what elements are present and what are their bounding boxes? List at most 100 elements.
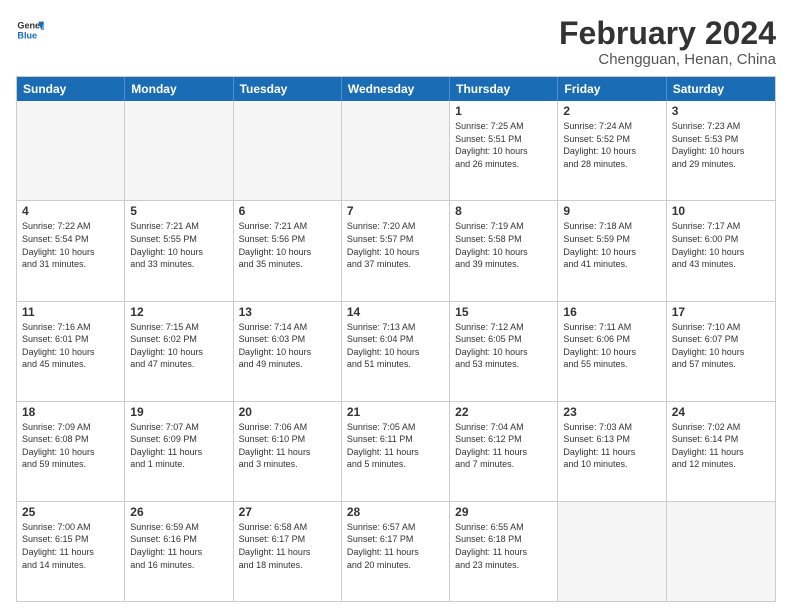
header-saturday: Saturday <box>667 77 775 101</box>
day-info: Sunrise: 7:17 AM Sunset: 6:00 PM Dayligh… <box>672 220 770 270</box>
day-info: Sunrise: 7:21 AM Sunset: 5:56 PM Dayligh… <box>239 220 336 270</box>
logo-icon: General Blue <box>16 16 44 44</box>
day-number: 21 <box>347 405 444 419</box>
day-cell-22: 22Sunrise: 7:04 AM Sunset: 6:12 PM Dayli… <box>450 402 558 501</box>
day-number: 7 <box>347 204 444 218</box>
day-cell-11: 11 Sunrise: 7:16 AM Sunset: 6:01 PM Dayli… <box>17 302 125 401</box>
week-row-4: 18Sunrise: 7:09 AM Sunset: 6:08 PM Dayli… <box>17 401 775 501</box>
calendar-body: 1 Sunrise: 7:25 AM Sunset: 5:51 PM Daylig… <box>17 101 775 601</box>
day-cell-13: 13 Sunrise: 7:14 AM Sunset: 6:03 PM Dayli… <box>234 302 342 401</box>
header-thursday: Thursday <box>450 77 558 101</box>
day-number: 27 <box>239 505 336 519</box>
day-number: 2 <box>563 104 660 118</box>
empty-cell-0-3 <box>342 101 450 200</box>
subtitle: Chengguan, Henan, China <box>559 51 776 68</box>
week-row-1: 1 Sunrise: 7:25 AM Sunset: 5:51 PM Daylig… <box>17 101 775 200</box>
day-number: 20 <box>239 405 336 419</box>
day-cell-12: 12 Sunrise: 7:15 AM Sunset: 6:02 PM Dayli… <box>125 302 233 401</box>
page: General Blue February 2024 Chengguan, He… <box>0 0 792 612</box>
day-info: Sunrise: 7:23 AM Sunset: 5:53 PM Dayligh… <box>672 120 770 170</box>
day-info: Sunrise: 7:19 AM Sunset: 5:58 PM Dayligh… <box>455 220 552 270</box>
day-info: Sunrise: 7:20 AM Sunset: 5:57 PM Dayligh… <box>347 220 444 270</box>
header-friday: Friday <box>558 77 666 101</box>
day-info: Sunrise: 7:13 AM Sunset: 6:04 PM Dayligh… <box>347 321 444 371</box>
day-number: 28 <box>347 505 444 519</box>
day-number: 16 <box>563 305 660 319</box>
header-tuesday: Tuesday <box>234 77 342 101</box>
calendar-header: Sunday Monday Tuesday Wednesday Thursday… <box>17 77 775 101</box>
day-info: Sunrise: 7:22 AM Sunset: 5:54 PM Dayligh… <box>22 220 119 270</box>
day-cell-24: 24Sunrise: 7:02 AM Sunset: 6:14 PM Dayli… <box>667 402 775 501</box>
month-title: February 2024 <box>559 16 776 51</box>
day-number: 24 <box>672 405 770 419</box>
day-number: 23 <box>563 405 660 419</box>
day-number: 10 <box>672 204 770 218</box>
week-row-5: 25Sunrise: 7:00 AM Sunset: 6:15 PM Dayli… <box>17 501 775 601</box>
svg-text:Blue: Blue <box>17 30 37 40</box>
day-cell-9: 9 Sunrise: 7:18 AM Sunset: 5:59 PM Daylig… <box>558 201 666 300</box>
empty-cell-0-2 <box>234 101 342 200</box>
week-row-2: 4 Sunrise: 7:22 AM Sunset: 5:54 PM Daylig… <box>17 200 775 300</box>
day-info: Sunrise: 7:25 AM Sunset: 5:51 PM Dayligh… <box>455 120 552 170</box>
empty-cell-0-1 <box>125 101 233 200</box>
day-cell-15: 15 Sunrise: 7:12 AM Sunset: 6:05 PM Dayli… <box>450 302 558 401</box>
day-cell-29: 29Sunrise: 6:55 AM Sunset: 6:18 PM Dayli… <box>450 502 558 601</box>
empty-cell-0-0 <box>17 101 125 200</box>
day-number: 8 <box>455 204 552 218</box>
day-info: Sunrise: 7:05 AM Sunset: 6:11 PM Dayligh… <box>347 421 444 471</box>
day-info: Sunrise: 6:55 AM Sunset: 6:18 PM Dayligh… <box>455 521 552 571</box>
logo: General Blue <box>16 16 44 44</box>
day-info: Sunrise: 7:24 AM Sunset: 5:52 PM Dayligh… <box>563 120 660 170</box>
header-wednesday: Wednesday <box>342 77 450 101</box>
day-cell-23: 23 Sunrise: 7:03 AM Sunset: 6:13 PM Dayli… <box>558 402 666 501</box>
day-cell-8: 8 Sunrise: 7:19 AM Sunset: 5:58 PM Daylig… <box>450 201 558 300</box>
day-info: Sunrise: 7:12 AM Sunset: 6:05 PM Dayligh… <box>455 321 552 371</box>
day-cell-14: 14 Sunrise: 7:13 AM Sunset: 6:04 PM Dayli… <box>342 302 450 401</box>
header: General Blue February 2024 Chengguan, He… <box>16 16 776 68</box>
empty-cell-4-5 <box>558 502 666 601</box>
day-cell-6: 6Sunrise: 7:21 AM Sunset: 5:56 PM Daylig… <box>234 201 342 300</box>
day-number: 12 <box>130 305 227 319</box>
day-number: 19 <box>130 405 227 419</box>
day-cell-2: 2 Sunrise: 7:24 AM Sunset: 5:52 PM Daylig… <box>558 101 666 200</box>
day-number: 5 <box>130 204 227 218</box>
day-number: 1 <box>455 104 552 118</box>
header-sunday: Sunday <box>17 77 125 101</box>
day-number: 11 <box>22 305 119 319</box>
day-number: 4 <box>22 204 119 218</box>
day-cell-7: 7 Sunrise: 7:20 AM Sunset: 5:57 PM Daylig… <box>342 201 450 300</box>
day-info: Sunrise: 6:58 AM Sunset: 6:17 PM Dayligh… <box>239 521 336 571</box>
day-cell-26: 26Sunrise: 6:59 AM Sunset: 6:16 PM Dayli… <box>125 502 233 601</box>
day-number: 13 <box>239 305 336 319</box>
day-info: Sunrise: 7:21 AM Sunset: 5:55 PM Dayligh… <box>130 220 227 270</box>
empty-cell-4-6 <box>667 502 775 601</box>
day-number: 17 <box>672 305 770 319</box>
day-cell-21: 21 Sunrise: 7:05 AM Sunset: 6:11 PM Dayli… <box>342 402 450 501</box>
header-monday: Monday <box>125 77 233 101</box>
day-info: Sunrise: 7:04 AM Sunset: 6:12 PM Dayligh… <box>455 421 552 471</box>
day-number: 9 <box>563 204 660 218</box>
day-info: Sunrise: 6:59 AM Sunset: 6:16 PM Dayligh… <box>130 521 227 571</box>
day-number: 15 <box>455 305 552 319</box>
day-info: Sunrise: 7:10 AM Sunset: 6:07 PM Dayligh… <box>672 321 770 371</box>
day-cell-28: 28 Sunrise: 6:57 AM Sunset: 6:17 PM Dayli… <box>342 502 450 601</box>
day-number: 14 <box>347 305 444 319</box>
day-cell-19: 19Sunrise: 7:07 AM Sunset: 6:09 PM Dayli… <box>125 402 233 501</box>
day-info: Sunrise: 6:57 AM Sunset: 6:17 PM Dayligh… <box>347 521 444 571</box>
day-cell-5: 5 Sunrise: 7:21 AM Sunset: 5:55 PM Daylig… <box>125 201 233 300</box>
day-info: Sunrise: 7:15 AM Sunset: 6:02 PM Dayligh… <box>130 321 227 371</box>
title-block: February 2024 Chengguan, Henan, China <box>559 16 776 68</box>
day-info: Sunrise: 7:06 AM Sunset: 6:10 PM Dayligh… <box>239 421 336 471</box>
day-cell-18: 18Sunrise: 7:09 AM Sunset: 6:08 PM Dayli… <box>17 402 125 501</box>
day-number: 3 <box>672 104 770 118</box>
day-info: Sunrise: 7:14 AM Sunset: 6:03 PM Dayligh… <box>239 321 336 371</box>
day-cell-16: 16 Sunrise: 7:11 AM Sunset: 6:06 PM Dayli… <box>558 302 666 401</box>
day-info: Sunrise: 7:03 AM Sunset: 6:13 PM Dayligh… <box>563 421 660 471</box>
day-cell-10: 10 Sunrise: 7:17 AM Sunset: 6:00 PM Dayli… <box>667 201 775 300</box>
day-cell-4: 4 Sunrise: 7:22 AM Sunset: 5:54 PM Daylig… <box>17 201 125 300</box>
day-number: 25 <box>22 505 119 519</box>
day-info: Sunrise: 7:18 AM Sunset: 5:59 PM Dayligh… <box>563 220 660 270</box>
day-info: Sunrise: 7:16 AM Sunset: 6:01 PM Dayligh… <box>22 321 119 371</box>
day-cell-17: 17 Sunrise: 7:10 AM Sunset: 6:07 PM Dayli… <box>667 302 775 401</box>
day-info: Sunrise: 7:11 AM Sunset: 6:06 PM Dayligh… <box>563 321 660 371</box>
